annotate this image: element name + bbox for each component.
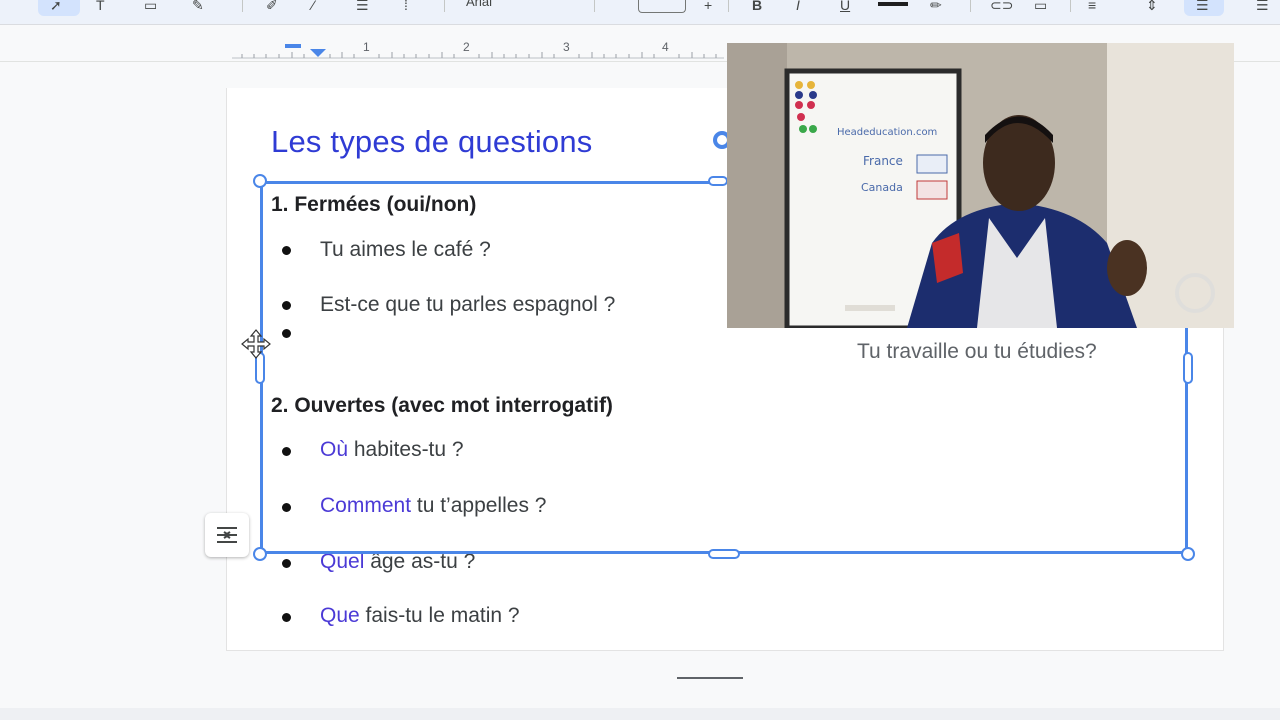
resize-handle-right[interactable]: [1183, 352, 1193, 384]
interrogative-word: Où: [320, 438, 349, 461]
first-line-indent-marker[interactable]: [285, 44, 301, 48]
toolbar-divider: [242, 0, 243, 12]
list-bullet: [282, 559, 291, 568]
ruler-mark-3: 3: [563, 40, 570, 54]
list-bullet: [282, 503, 291, 512]
webcam-video-overlay: Headeducation.com France Canada: [727, 43, 1234, 328]
text-wrap-options-button[interactable]: [205, 513, 249, 557]
border-weight-icon[interactable]: ⁄: [312, 0, 314, 14]
list-bullet: [282, 246, 291, 255]
italic-icon[interactable]: I: [796, 0, 800, 14]
bulleted-list-icon: ☰: [1196, 0, 1209, 13]
numbered-list-icon[interactable]: ☰: [1256, 0, 1269, 14]
whiteboard-text: Canada: [861, 181, 903, 194]
ruler-mark-2: 2: [463, 40, 470, 54]
france-flag-icon: [916, 154, 948, 174]
list-item[interactable]: Quel âge as-tu ?: [320, 550, 475, 574]
increase-font-icon[interactable]: +: [704, 0, 712, 14]
toolbar-divider: [444, 0, 445, 12]
left-indent-marker[interactable]: [310, 49, 326, 57]
section-heading-open[interactable]: 2. Ouvertes (avec mot interrogatif): [271, 394, 613, 418]
question-rest: fais-tu le matin ?: [359, 604, 520, 627]
list-bullet: [282, 301, 291, 310]
interrogative-word: Comment: [320, 494, 412, 517]
list-item[interactable]: Comment tu t’appelles ?: [320, 494, 546, 518]
resize-handle-bottom-right[interactable]: [1181, 547, 1195, 561]
text-color-icon[interactable]: [878, 2, 908, 6]
page-break-indicator: [677, 677, 743, 679]
canada-flag-icon: [916, 180, 948, 200]
list-bullet: [282, 613, 291, 622]
border-dash-icon[interactable]: ☰: [356, 0, 369, 14]
line-spacing-icon[interactable]: ⇕: [1146, 0, 1158, 14]
whiteboard-text: France: [863, 154, 903, 168]
whiteboard-text: Headeducation.com: [837, 127, 937, 138]
border-color-icon[interactable]: ✐: [266, 0, 278, 14]
shape-icon[interactable]: ▭: [144, 0, 157, 14]
interrogative-word: Quel: [320, 550, 365, 573]
list-item[interactable]: Où habites-tu ?: [320, 438, 464, 462]
document-title[interactable]: Les types de questions: [271, 124, 593, 160]
resize-handle-bottom[interactable]: [708, 549, 740, 559]
list-bullet: [282, 329, 291, 338]
highlight-icon[interactable]: ✏: [930, 0, 942, 14]
ruler-mark-1: 1: [363, 40, 370, 54]
toolbar: ➚ T ▭ ✎ ✐ ⁄ ☰ ⁞ Arial + B I U ✏ ⊂⊃ ▭ ≡ ⇕…: [0, 0, 1280, 25]
align-left-icon[interactable]: ≡: [1088, 0, 1096, 14]
question-rest: habites-tu ?: [348, 438, 464, 461]
list-bullet: [282, 447, 291, 456]
cursor-icon: ➚: [50, 0, 62, 13]
wrap-text-icon: [217, 527, 237, 543]
list-item[interactable]: Tu aimes le café ?: [320, 238, 491, 262]
resize-handle-bottom-left[interactable]: [253, 547, 267, 561]
section-heading-closed[interactable]: 1. Fermées (oui/non): [271, 193, 476, 217]
bottom-bar: [0, 708, 1280, 720]
question-rest: tu t’appelles ?: [411, 494, 547, 517]
ruler-mark-4: 4: [662, 40, 669, 54]
bold-icon[interactable]: B: [752, 0, 762, 14]
underline-icon[interactable]: U: [840, 0, 850, 14]
font-size-field[interactable]: [638, 0, 686, 13]
toolbar-divider: [970, 0, 971, 12]
link-icon[interactable]: ⊂⊃: [990, 0, 1013, 14]
more-formatting-icon[interactable]: ⁞: [404, 0, 408, 14]
text-box-icon[interactable]: T: [96, 0, 105, 14]
toolbar-divider: [728, 0, 729, 12]
list-item[interactable]: Que fais-tu le matin ?: [320, 604, 520, 628]
pen-icon[interactable]: ✎: [192, 0, 204, 14]
resize-handle-top[interactable]: [708, 176, 728, 186]
move-cursor-icon: [241, 329, 271, 359]
interrogative-word: Que: [320, 604, 360, 627]
resize-handle-top-left[interactable]: [253, 174, 267, 188]
toolbar-divider: [594, 0, 595, 12]
side-note-text[interactable]: Tu travaille ou tu étudies?: [857, 340, 1097, 364]
toolbar-divider: [1070, 0, 1071, 12]
font-family-dropdown[interactable]: Arial: [466, 0, 492, 9]
comment-icon[interactable]: ▭: [1034, 0, 1047, 14]
list-item[interactable]: Est-ce que tu parles espagnol ?: [320, 293, 615, 317]
question-rest: âge as-tu ?: [364, 550, 476, 573]
